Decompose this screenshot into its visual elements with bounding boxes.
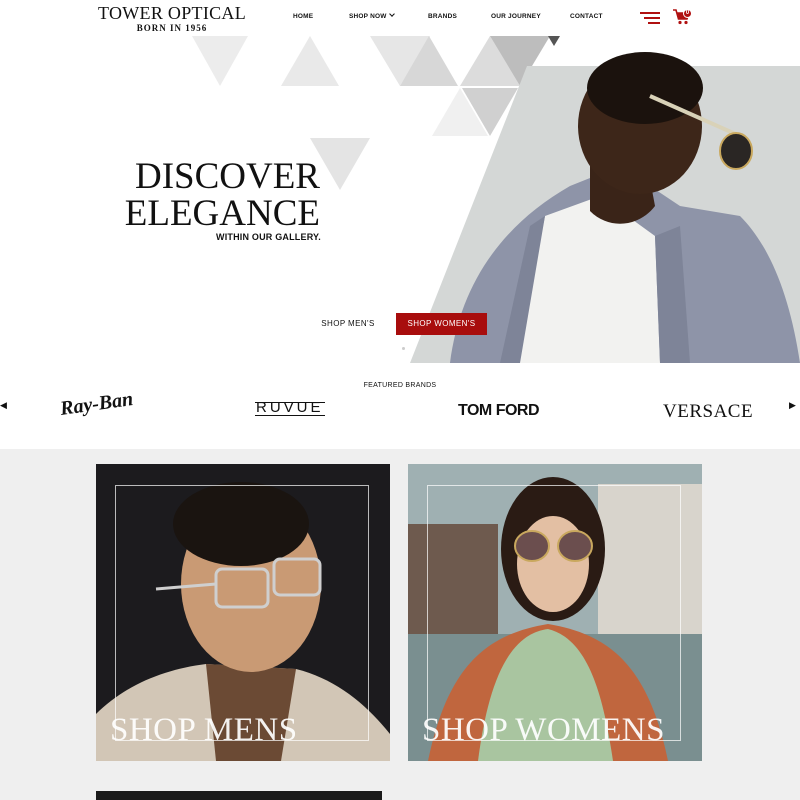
card-frame: [115, 485, 369, 741]
hero-title: DISCOVER ELEGANCE: [125, 158, 320, 232]
shop-mens-card[interactable]: SHOP MENS: [96, 464, 390, 761]
brand-logo-rayban[interactable]: Ray-Ban: [59, 388, 135, 421]
shop-womens-label: SHOP WOMENS: [422, 712, 665, 748]
chevron-down-icon: [388, 11, 395, 17]
category-section: SHOP MENS SHOP WOMENS: [0, 449, 800, 800]
brands-next-arrow-icon[interactable]: ▶: [789, 400, 796, 411]
site-logo[interactable]: TOWER OPTICAL BORN IN 1956: [96, 4, 248, 33]
nav-our-journey[interactable]: OUR JOURNEY: [491, 13, 541, 20]
brands-prev-arrow-icon[interactable]: ◀: [0, 400, 7, 411]
hero-subtitle: WITHIN OUR GALLERY.: [216, 232, 321, 242]
shop-womens-card[interactable]: SHOP WOMENS: [408, 464, 702, 761]
featured-brands-section: FEATURED BRANDS ◀ ▶ Ray-Ban RUVUE TOM FO…: [0, 363, 800, 449]
logo-tagline: BORN IN 1956: [136, 23, 208, 33]
featured-brands-title: FEATURED BRANDS: [363, 382, 437, 389]
cart-count-badge: 0: [683, 9, 692, 18]
hero-title-line-1: DISCOVER: [134, 156, 320, 197]
next-section-preview: [96, 791, 382, 800]
hero-model-image: [450, 52, 800, 363]
brand-logo-ruvue[interactable]: RUVUE: [255, 400, 325, 416]
nav-home[interactable]: HOME: [293, 13, 313, 20]
nav-contact[interactable]: CONTACT: [570, 13, 603, 20]
brand-logo-versace[interactable]: VERSACE: [663, 401, 753, 423]
nav-brands[interactable]: BRANDS: [428, 13, 457, 20]
shop-womens-button[interactable]: SHOP WOMEN'S: [396, 313, 487, 335]
card-frame: [427, 485, 681, 741]
nav-shop-now[interactable]: SHOP NOW: [349, 11, 395, 20]
brand-logo-tomford[interactable]: TOM FORD: [458, 402, 540, 420]
hamburger-menu-icon[interactable]: [640, 12, 660, 24]
site-header: TOWER OPTICAL BORN IN 1956 HOME SHOP NOW…: [0, 0, 800, 36]
nav-shop-now-label: SHOP NOW: [349, 13, 387, 20]
hero-title-line-2: ELEGANCE: [124, 193, 320, 234]
shop-mens-button[interactable]: SHOP MEN'S: [314, 313, 382, 335]
shop-mens-label: SHOP MENS: [110, 712, 298, 748]
logo-title: TOWER OPTICAL: [97, 3, 247, 23]
hero-banner: DISCOVER ELEGANCE WITHIN OUR GALLERY. SH…: [0, 36, 800, 363]
carousel-dot[interactable]: [402, 347, 405, 350]
